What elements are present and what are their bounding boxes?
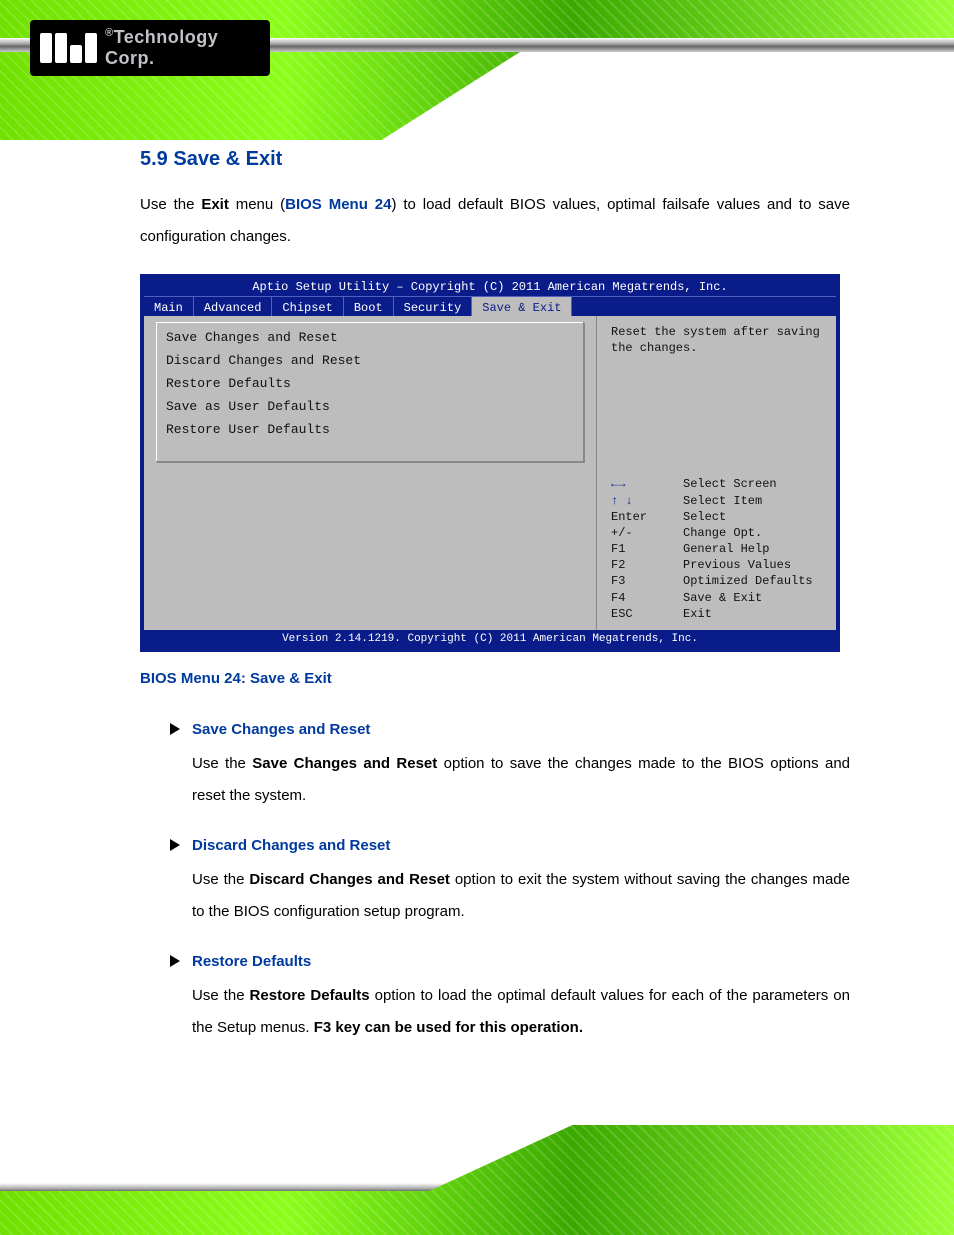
nav-key: F3 bbox=[611, 573, 677, 589]
section-number: 5.9 bbox=[140, 148, 168, 170]
bios-option-restore-defaults: Restore Defaults bbox=[166, 376, 573, 391]
item-option-name: Restore Defaults bbox=[250, 987, 370, 1004]
bios-options-pane: Save Changes and Reset Discard Changes a… bbox=[144, 316, 596, 630]
item-heading-save-reset: Save Changes and Reset bbox=[192, 721, 850, 738]
nav-line: F1 General Help bbox=[611, 541, 822, 557]
logo-glyph bbox=[40, 33, 97, 63]
nav-key: F4 bbox=[611, 590, 677, 606]
item-body: Use the Discard Changes and Reset option… bbox=[192, 864, 850, 927]
bios-tab-chipset: Chipset bbox=[272, 297, 343, 316]
nav-label: Save & Exit bbox=[683, 590, 762, 606]
item-text: Use the bbox=[192, 987, 250, 1004]
nav-label: Optimized Defaults bbox=[683, 573, 813, 589]
bios-tab-save-exit: Save & Exit bbox=[472, 297, 572, 316]
item-heading-restore-defaults: Restore Defaults bbox=[192, 953, 850, 970]
nav-line: ESC Exit bbox=[611, 606, 822, 622]
nav-label: Select bbox=[683, 509, 726, 525]
option-item: Save Changes and Reset Use the Save Chan… bbox=[140, 721, 850, 811]
figure-caption: BIOS Menu 24: Save & Exit bbox=[140, 670, 850, 687]
bios-tab-boot: Boot bbox=[344, 297, 394, 316]
nav-line: F4 Save & Exit bbox=[611, 590, 822, 606]
pcb-texture-bottom bbox=[0, 1125, 954, 1235]
nav-key: +/- bbox=[611, 525, 677, 541]
brand-logo: ®Technology Corp. bbox=[30, 20, 270, 76]
bios-screenshot: Aptio Setup Utility – Copyright (C) 2011… bbox=[140, 274, 840, 652]
option-item: Restore Defaults Use the Restore Default… bbox=[140, 953, 850, 1043]
bottom-banner bbox=[0, 1125, 954, 1235]
bios-tabs: Main Advanced Chipset Boot Security Save… bbox=[144, 296, 836, 316]
item-body: Use the Restore Defaults option to load … bbox=[192, 980, 850, 1043]
item-text: Use the bbox=[192, 755, 252, 772]
nav-line: F2 Previous Values bbox=[611, 557, 822, 573]
nav-label: Change Opt. bbox=[683, 525, 762, 541]
bios-footer: Version 2.14.1219. Copyright (C) 2011 Am… bbox=[144, 630, 836, 648]
nav-line: ←→ Select Screen bbox=[611, 476, 822, 492]
bios-option-restore-user-defaults: Restore User Defaults bbox=[166, 422, 573, 437]
item-text: Use the bbox=[192, 871, 249, 888]
registered-mark: ® bbox=[105, 27, 114, 39]
nav-line: Enter Select bbox=[611, 509, 822, 525]
item-key-hint: F3 key can be used for this operation. bbox=[314, 1019, 583, 1036]
nav-key: Enter bbox=[611, 509, 677, 525]
nav-label: Exit bbox=[683, 606, 712, 622]
bios-help-pane: Reset the system after saving the change… bbox=[596, 316, 836, 630]
bios-tab-main: Main bbox=[144, 297, 194, 316]
nav-line: F3 Optimized Defaults bbox=[611, 573, 822, 589]
nav-key: F1 bbox=[611, 541, 677, 557]
item-option-name: Save Changes and Reset bbox=[252, 755, 437, 772]
left-right-arrow-icon: ←→ bbox=[611, 477, 625, 491]
nav-label: Select Screen bbox=[683, 476, 777, 492]
top-banner: ®Technology Corp. bbox=[0, 0, 954, 140]
up-down-arrow-icon: ↑ ↓ bbox=[611, 494, 633, 508]
intro-text-2: menu ( bbox=[229, 196, 285, 213]
bios-option-save-user-defaults: Save as User Defaults bbox=[166, 399, 573, 414]
nav-label: Previous Values bbox=[683, 557, 791, 573]
nav-key: ESC bbox=[611, 606, 677, 622]
item-body: Use the Save Changes and Reset option to… bbox=[192, 748, 850, 811]
intro-figure-ref: BIOS Menu 24 bbox=[285, 196, 391, 213]
bios-tab-security: Security bbox=[394, 297, 473, 316]
option-item: Discard Changes and Reset Use the Discar… bbox=[140, 837, 850, 927]
bios-nav-help: ←→ Select Screen ↑ ↓ Select Item Enter Sele… bbox=[611, 476, 822, 622]
section-heading: 5.9 Save & Exit bbox=[140, 148, 850, 171]
nav-key: F2 bbox=[611, 557, 677, 573]
nav-line: +/- Change Opt. bbox=[611, 525, 822, 541]
bios-help-text: Reset the system after saving the change… bbox=[611, 324, 822, 356]
section-title: Save & Exit bbox=[173, 148, 282, 170]
bios-tab-advanced: Advanced bbox=[194, 297, 273, 316]
bios-option-save-reset: Save Changes and Reset bbox=[166, 330, 573, 345]
bios-option-discard-reset: Discard Changes and Reset bbox=[166, 353, 573, 368]
intro-text-1: Use the bbox=[140, 196, 201, 213]
intro-paragraph: Use the Exit menu (BIOS Menu 24) to load… bbox=[140, 189, 850, 252]
logo-text: ®Technology Corp. bbox=[105, 27, 260, 69]
nav-line: ↑ ↓ Select Item bbox=[611, 493, 822, 509]
item-heading-discard-reset: Discard Changes and Reset bbox=[192, 837, 850, 854]
nav-label: Select Item bbox=[683, 493, 762, 509]
nav-label: General Help bbox=[683, 541, 769, 557]
intro-bold-exit: Exit bbox=[201, 196, 229, 213]
item-option-name: Discard Changes and Reset bbox=[249, 871, 450, 888]
bios-title-bar: Aptio Setup Utility – Copyright (C) 2011… bbox=[144, 278, 836, 296]
brand-name: Technology Corp. bbox=[105, 27, 218, 68]
